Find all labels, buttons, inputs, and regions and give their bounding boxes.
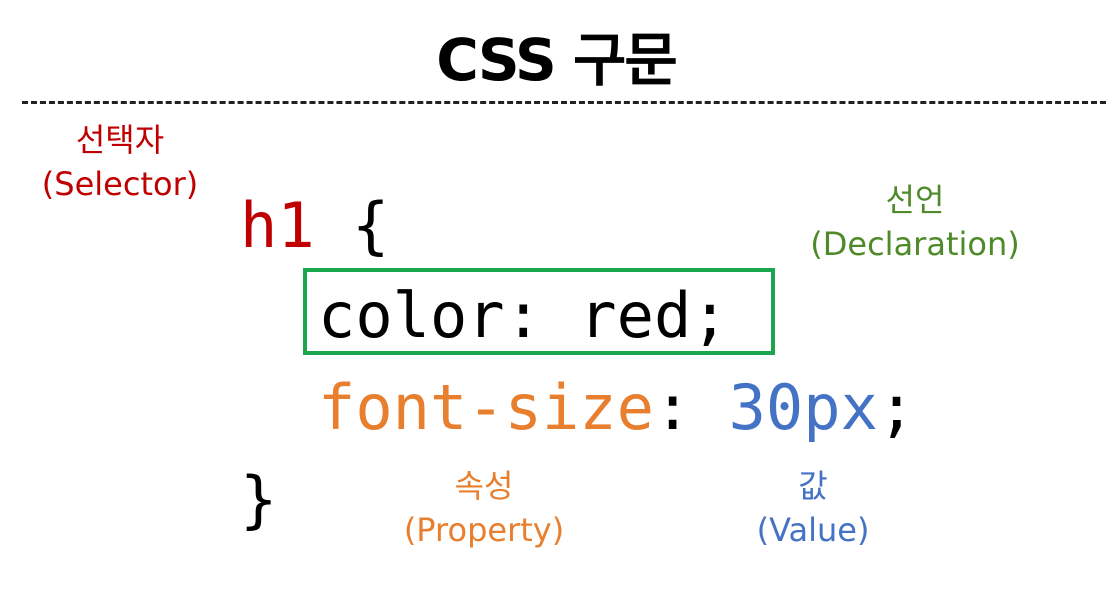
value-annotation-sublabel: (Value) — [756, 511, 870, 549]
property-annotation-sublabel: (Property) — [403, 511, 565, 549]
value-annotation-label: 값 — [798, 467, 828, 505]
value-annotation: 값 (Value) — [728, 464, 898, 552]
property-annotation-label: 속성 — [454, 467, 514, 505]
code-colon: : — [653, 371, 729, 444]
code-declaration-color: color: red; — [318, 279, 729, 352]
selector-annotation-sublabel: (Selector) — [41, 165, 199, 203]
declaration-annotation-label: 선언 — [885, 181, 945, 219]
code-line-font-size: font-size: 30px; — [318, 368, 915, 448]
declaration-annotation: 선언 (Declaration) — [790, 178, 1040, 266]
property-annotation: 속성 (Property) — [374, 464, 594, 552]
code-semicolon: ; — [877, 371, 916, 444]
code-value: 30px — [728, 371, 878, 444]
code-close-brace: } — [240, 463, 278, 536]
code-selector: h1 — [240, 189, 315, 262]
page-title: CSS 구문 — [436, 26, 678, 94]
code-open-brace: { — [314, 189, 390, 262]
dashed-divider — [22, 101, 1106, 104]
code-line-declaration: color: red; — [318, 276, 729, 356]
code-property: font-size — [318, 371, 654, 444]
code-line-close: } — [240, 460, 277, 540]
selector-annotation: 선택자 (Selector) — [20, 118, 220, 206]
selector-annotation-label: 선택자 — [75, 121, 165, 159]
code-line-selector: h1 { — [240, 186, 389, 266]
declaration-annotation-sublabel: (Declaration) — [810, 225, 1020, 263]
